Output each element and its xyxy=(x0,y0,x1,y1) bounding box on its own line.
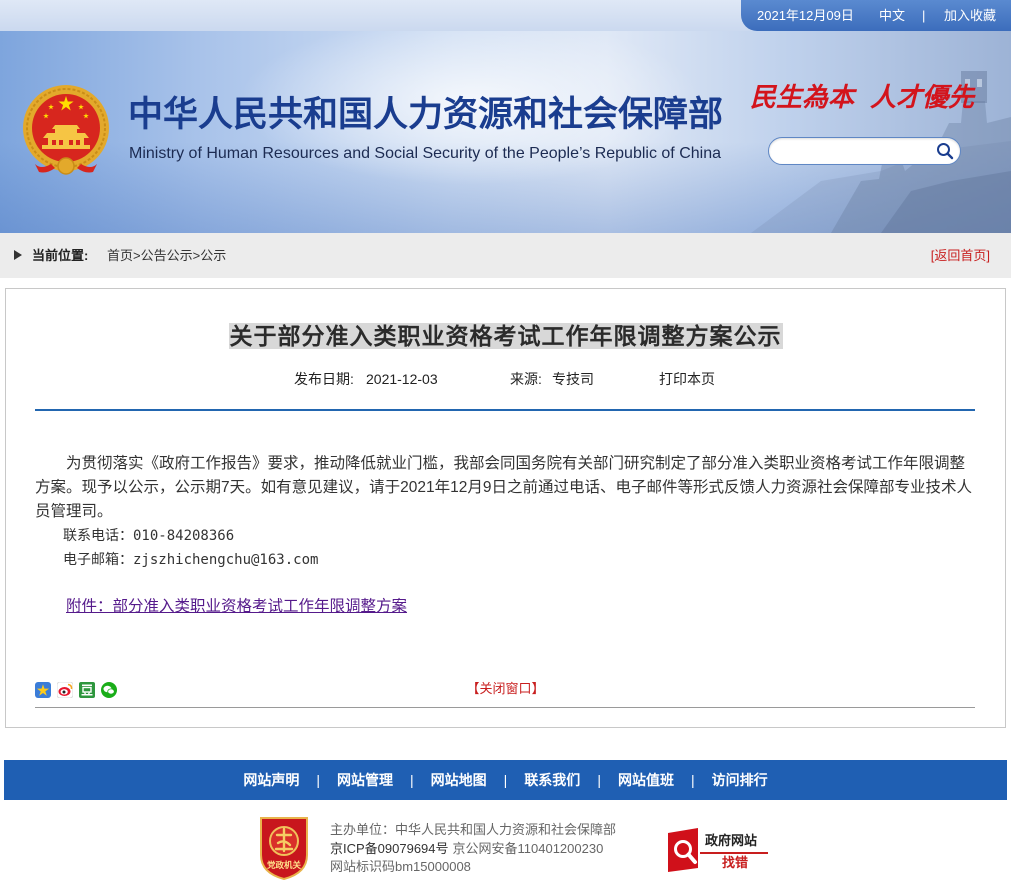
party-government-badge[interactable]: 党政机关 xyxy=(258,815,310,881)
footer-link-contact[interactable]: 联系我们 xyxy=(524,760,580,800)
attachment-link[interactable]: 附件：部分准入类职业资格考试工作年限调整方案 xyxy=(66,598,407,615)
badge-label: 党政机关 xyxy=(267,860,302,871)
top-bar-separator: | xyxy=(922,8,926,23)
site-header: 中华人民共和国人力资源和社会保障部 Ministry of Human Reso… xyxy=(0,31,1011,233)
report-error-logo[interactable]: 政府网站 找错 xyxy=(668,828,770,872)
footer-separator: | xyxy=(597,772,601,788)
footer-info: 主办单位：中华人民共和国人力资源和社会保障部 京ICP备09079694号 京公网… xyxy=(330,821,660,877)
footer-link-duty[interactable]: 网站值班 xyxy=(618,760,674,800)
home-logo-link[interactable]: 中华人民共和国人力资源和社会保障部 Ministry of Human Reso… xyxy=(0,31,740,233)
breadcrumb-notice[interactable]: 公示 xyxy=(200,248,226,263)
report-error-line2: 找错 xyxy=(722,855,749,870)
footer-separator: | xyxy=(316,772,321,788)
search-icon xyxy=(937,143,954,160)
attachment-line: 附件：部分准入类职业资格考试工作年限调整方案 xyxy=(35,595,975,619)
top-bar-tab: 2021年12月09日 中文 | 加入收藏 xyxy=(741,0,1011,31)
footer-separator: | xyxy=(503,772,508,788)
add-to-favorites-link[interactable]: 加入收藏 xyxy=(944,0,996,31)
report-error-rule xyxy=(700,852,768,854)
footer-nav: 网站声明 | 网站管理 | 网站地图 | 联系我们 | 网站值班 | 访问排行 xyxy=(4,760,1007,800)
slogan: 民生為本 人才優先 xyxy=(750,81,1000,115)
public-security-link[interactable]: 京公网安备110401200230 xyxy=(453,841,604,856)
source-value: 专技司 xyxy=(552,371,594,387)
article-title: 关于部分准入类职业资格考试工作年限调整方案公示 xyxy=(228,323,783,349)
article-title-row: 关于部分准入类职业资格考试工作年限调整方案公示 xyxy=(6,321,1005,351)
breadcrumb: 首页>公告公示>公示 xyxy=(107,233,707,278)
breadcrumb-separator: > xyxy=(133,248,141,263)
breadcrumb-label: 当前位置: xyxy=(32,248,89,263)
contact-phone: 联系电话：010-84208366 xyxy=(63,528,235,544)
footer-link-sitemap[interactable]: 网站地图 xyxy=(431,760,487,800)
site-title: 中华人民共和国人力资源和社会保障部 xyxy=(128,95,724,134)
publish-date-label: 发布日期: xyxy=(294,371,354,387)
great-wall-decoration xyxy=(751,71,1011,233)
host-organization: 主办单位：中华人民共和国人力资源和社会保障部 xyxy=(330,822,617,837)
footer-link-management[interactable]: 网站管理 xyxy=(337,760,393,800)
breadcrumb-home[interactable]: 首页 xyxy=(107,248,133,263)
bottom-divider xyxy=(35,707,975,708)
search-button[interactable] xyxy=(935,141,955,161)
close-window-row: 【关闭窗口】 xyxy=(6,681,1005,697)
slogan-part-2: 人才優先 xyxy=(870,83,975,113)
site-identifier: 网站标识码bm15000008 xyxy=(330,859,471,874)
triangle-right-icon xyxy=(14,250,22,260)
footer-link-ranking[interactable]: 访问排行 xyxy=(712,760,768,800)
language-link-chinese[interactable]: 中文 xyxy=(879,0,905,31)
search-input[interactable] xyxy=(779,141,929,161)
contact-email: 电子邮箱：zjszhichengchu@163.com xyxy=(63,552,319,568)
footer-link-statement[interactable]: 网站声明 xyxy=(243,760,299,800)
breadcrumb-bar: 当前位置: 首页>公告公示>公示 [返回首页] xyxy=(0,233,1011,278)
back-home-link[interactable]: [返回首页] xyxy=(931,233,990,278)
magnifier-icon xyxy=(668,828,698,872)
breadcrumb-announcements[interactable]: 公告公示 xyxy=(141,248,193,263)
footer-separator: | xyxy=(690,772,695,788)
top-bar: 2021年12月09日 中文 | 加入收藏 xyxy=(0,0,1011,31)
search-box xyxy=(768,137,961,165)
article-paragraph: 为贯彻落实《政府工作报告》要求，推动降低就业门槛，我部会同国务院有关部门研究制定… xyxy=(35,455,972,520)
current-date: 2021年12月09日 xyxy=(757,8,854,23)
close-window-link[interactable]: 【关闭窗口】 xyxy=(466,681,544,696)
footer-separator: | xyxy=(410,772,414,788)
article-panel: 关于部分准入类职业资格考试工作年限调整方案公示 发布日期: 2021-12-03… xyxy=(5,288,1006,728)
print-page-link[interactable]: 打印本页 xyxy=(659,371,715,387)
title-divider xyxy=(35,409,975,411)
site-title-english: Ministry of Human Resources and Social S… xyxy=(129,145,721,162)
registration-line: 京ICP备09079694号 京公网安备110401200230 xyxy=(330,840,660,859)
icp-link[interactable]: 京ICP备09079694号 xyxy=(330,841,449,856)
article-body: 为贯彻落实《政府工作报告》要求，推动降低就业门槛，我部会同国务院有关部门研究制定… xyxy=(35,452,975,619)
source-label: 来源: xyxy=(510,371,542,387)
report-error-line1: 政府网站 xyxy=(705,833,758,848)
slogan-part-1: 民生為本 xyxy=(750,83,855,113)
national-emblem-icon xyxy=(23,85,109,175)
publish-date: 2021-12-03 xyxy=(366,371,438,387)
